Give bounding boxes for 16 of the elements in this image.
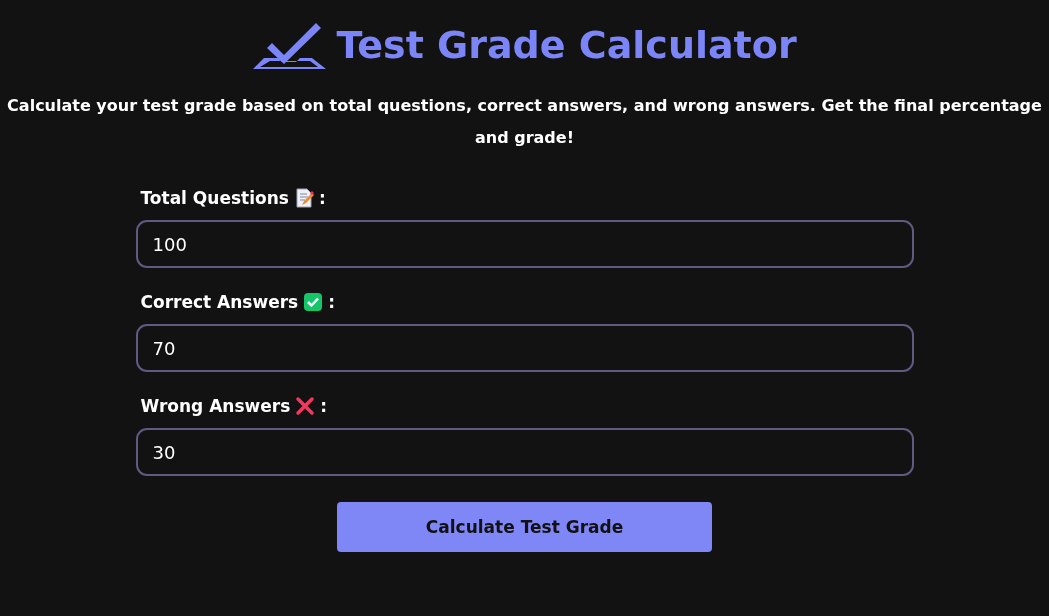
page-title: Test Grade Calculator [336, 23, 797, 67]
description-text: Calculate your test grade based on total questions, correct answers, and wrong answers. Get the final percentage and grade! [6, 95, 1043, 149]
label-colon: : [318, 188, 326, 208]
calculate-button[interactable]: Calculate Test Grade [337, 502, 712, 552]
label-colon: : [320, 396, 328, 416]
number-input-field[interactable]: 70 [135, 324, 914, 372]
check-mark-icon [303, 292, 324, 312]
field-label: Total Questions [140, 188, 289, 208]
field-label: Wrong Answers [140, 396, 291, 416]
cross-mark-icon [295, 396, 316, 416]
number-input-field[interactable]: 100 [135, 220, 914, 268]
number-input-field[interactable]: 30 [135, 428, 914, 476]
label-colon: : [328, 292, 335, 312]
memo-icon [293, 188, 314, 208]
checkmark-logo-icon [252, 20, 327, 70]
field-label: Correct Answers [140, 292, 299, 312]
